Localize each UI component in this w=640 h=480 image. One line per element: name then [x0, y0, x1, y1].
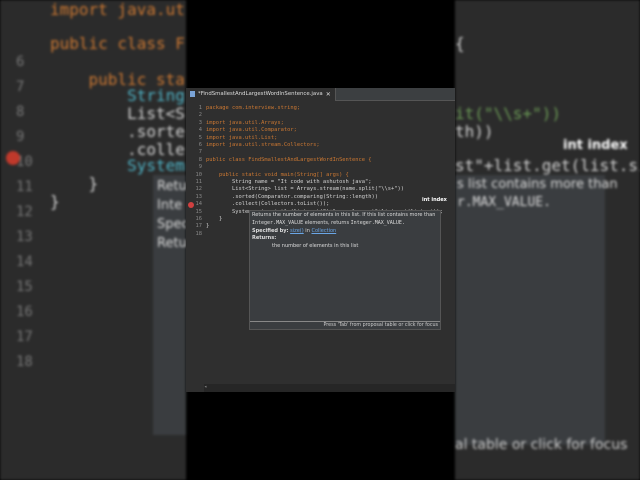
line-number: 10: [195, 171, 203, 178]
tab-label: *FindSmallestAndLargestWordInSentence.ja…: [198, 91, 323, 97]
blurred-tooltip: Retu Inte Spec Retu: [153, 175, 186, 435]
line-number: 13: [195, 193, 203, 200]
code-line: {: [455, 34, 465, 53]
blurred-tooltip: [455, 175, 605, 445]
code-line: .sorted(Comparator.comparing(String::len…: [206, 193, 379, 200]
line-number: 15: [195, 208, 203, 215]
code-line: List<String> list = Arrays.stream(name.s…: [206, 186, 404, 193]
tab-editor-file[interactable]: *FindSmallestAndLargestWordInSentence.ja…: [186, 87, 336, 101]
code-line: List<Stri: [127, 104, 186, 123]
line-number: 17: [195, 223, 203, 230]
code-line: String na: [127, 86, 185, 105]
code-line: package com.interview.string;: [206, 105, 301, 111]
code-line: }: [50, 174, 99, 193]
line-number: 12: [195, 186, 203, 193]
line-number: 6: [198, 142, 202, 148]
param-hint: int index: [421, 197, 448, 203]
doc-label: Specified by:: [252, 227, 289, 234]
tab-bar: *FindSmallestAndLargestWordInSentence.ja…: [186, 87, 455, 101]
code-line: }: [206, 216, 223, 222]
doc-text: the number of elements in this list: [272, 243, 359, 250]
doc-text: elements, returns: [303, 219, 351, 226]
horizontal-scrollbar[interactable]: ◂: [204, 384, 455, 392]
code-line: import java.util.List;: [206, 134, 278, 141]
line-number: 7: [198, 149, 202, 156]
doc-label: Returns:: [252, 235, 277, 242]
line-number: 5: [198, 134, 202, 141]
line-number: 1: [198, 105, 202, 111]
code-line: import java.util.: [50, 0, 186, 19]
javadoc-popup: Returns the number of elements in this l…: [249, 210, 441, 330]
code-line: }: [50, 192, 60, 211]
code-line: public class Find: [50, 34, 186, 53]
line-number: 3: [198, 119, 202, 126]
line-number: 11: [195, 179, 203, 185]
line-number: 4: [198, 127, 202, 134]
code-line: public static void main(String[] args) {: [206, 171, 349, 178]
code-line: import java.util.Comparator;: [206, 127, 297, 134]
tooltip-text: r.MAX_VALUE.: [457, 195, 551, 210]
code-line: .collect(Collectors.toList());: [206, 201, 330, 208]
code-line: .sorted(C: [127, 122, 186, 141]
code-line: th)): [455, 122, 494, 141]
code-line: System.ou: [127, 156, 186, 175]
blurred-background-right: { it("\\s+")) th)) st"+list.get(list.si)…: [455, 0, 640, 480]
gutter: 6 7 8 9 10 11 12 13 14 15 16 17 18: [16, 54, 33, 370]
size-link[interactable]: size(): [290, 228, 304, 234]
line-number: 8: [198, 156, 202, 163]
line-number: 18: [195, 230, 203, 237]
param-hint: int index: [563, 138, 628, 153]
line-number: 16: [195, 216, 203, 222]
doc-code: Integer.MAX_VALUE: [252, 219, 304, 226]
java-file-icon: [190, 91, 195, 97]
code-line: it("\\s+")): [455, 104, 561, 123]
error-icon: [6, 151, 20, 165]
close-icon[interactable]: ✕: [326, 91, 331, 98]
code-line: import java.util.stream.Collectors;: [206, 142, 320, 148]
code-line: String name = "It code with ashutosh jav…: [206, 179, 372, 185]
scroll-left-icon[interactable]: ◂: [204, 384, 207, 390]
code-line: }: [206, 223, 210, 230]
popup-footer: al table or click for focus: [455, 437, 628, 453]
collection-link[interactable]: Collection: [311, 228, 336, 234]
editor-window: *FindSmallestAndLargestWordInSentence.ja…: [186, 87, 455, 392]
doc-code: Integer.MAX_VALUE.: [350, 219, 405, 226]
popup-footer: Press 'Tab' from proposal table or click…: [250, 321, 440, 329]
code-line: st"+list.get(list.si));: [455, 156, 640, 175]
blurred-background-left: 6789101112131415161718 import java.util.…: [0, 0, 186, 480]
code-line: public class FindSmallestAndLargestWordI…: [206, 156, 372, 163]
tooltip-text: s list contains more than: [457, 177, 618, 192]
doc-text: Returns the number of elements in this l…: [252, 212, 436, 218]
line-number: 2: [198, 112, 202, 119]
error-icon: [188, 202, 194, 208]
code-line: import java.util.Arrays;: [206, 119, 284, 126]
line-number: 9: [198, 164, 202, 171]
